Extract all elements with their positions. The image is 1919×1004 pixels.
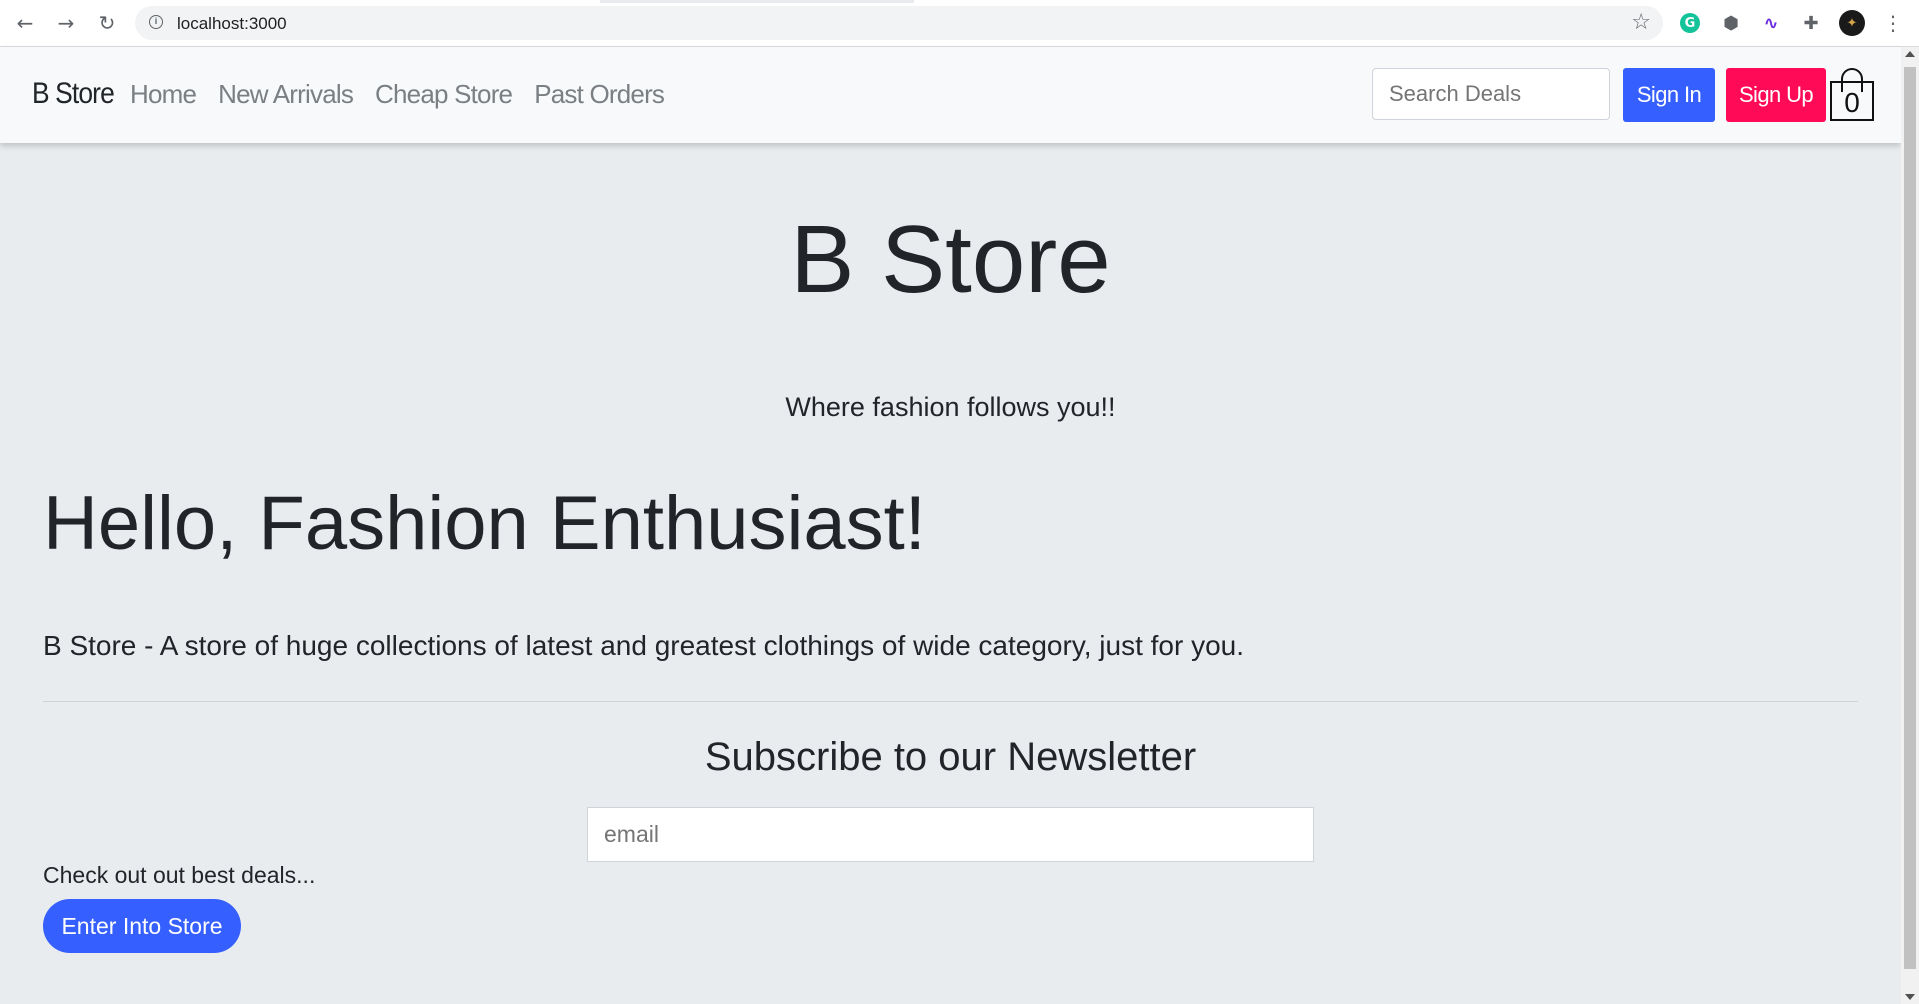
store-description: B Store - A store of huge collections of…	[43, 630, 1245, 661]
cart-button[interactable]: 0	[1830, 66, 1876, 124]
browser-toolbar: ← → ↻ i localhost:3000 ☆ G ⬢ ∿ ✚ ✦ ⋮	[0, 0, 1919, 47]
address-bar[interactable]: i localhost:3000 ☆	[135, 6, 1663, 40]
welcome-heading: Hello, Fashion Enthusiast!	[43, 481, 926, 566]
browser-menu-icon[interactable]: ⋮	[1882, 11, 1904, 35]
forward-icon[interactable]: →	[53, 10, 79, 36]
address-url[interactable]: localhost:3000	[177, 14, 287, 34]
wave-extension-icon[interactable]: ∿	[1760, 12, 1782, 34]
reload-icon[interactable]: ↻	[94, 10, 120, 36]
sign-up-button[interactable]: Sign Up	[1726, 68, 1826, 122]
back-icon[interactable]: ←	[12, 10, 38, 36]
nav-link-home[interactable]: Home	[130, 79, 197, 110]
navbar-brand[interactable]: B Store	[32, 77, 115, 111]
nav-link-cheap-store[interactable]: Cheap Store	[375, 79, 513, 110]
grammarly-extension-icon[interactable]: G	[1680, 13, 1700, 33]
hero-title: B Store	[790, 206, 1111, 313]
sign-in-button[interactable]: Sign In	[1623, 68, 1715, 122]
scroll-down-arrow-icon[interactable]	[1905, 994, 1915, 1000]
nav-links: Home New Arrivals Cheap Store Past Order…	[130, 79, 665, 110]
site-navbar: B Store Home New Arrivals Cheap Store Pa…	[0, 47, 1901, 143]
deals-text: Check out out best deals...	[43, 862, 316, 888]
nav-link-past-orders[interactable]: Past Orders	[534, 79, 665, 110]
nav-link-new-arrivals[interactable]: New Arrivals	[218, 79, 354, 110]
newsletter-email-input[interactable]	[587, 807, 1314, 862]
profile-avatar[interactable]: ✦	[1839, 10, 1865, 36]
cube-extension-icon[interactable]: ⬢	[1720, 12, 1742, 34]
extensions-puzzle-icon[interactable]: ✚	[1800, 12, 1822, 34]
search-deals-input[interactable]	[1372, 68, 1610, 120]
enter-store-button[interactable]: Enter Into Store	[43, 899, 241, 953]
section-divider	[43, 701, 1858, 702]
page-scrollbar[interactable]	[1901, 47, 1919, 1004]
scrollbar-thumb[interactable]	[1904, 67, 1916, 969]
tab-indicator	[600, 0, 914, 3]
scroll-up-arrow-icon[interactable]	[1905, 51, 1915, 57]
cart-count: 0	[1844, 87, 1860, 118]
hero-subtitle: Where fashion follows you!!	[785, 392, 1116, 422]
newsletter-title: Subscribe to our Newsletter	[704, 735, 1197, 779]
bookmark-star-icon[interactable]: ☆	[1631, 10, 1651, 35]
info-icon[interactable]: i	[149, 15, 163, 29]
